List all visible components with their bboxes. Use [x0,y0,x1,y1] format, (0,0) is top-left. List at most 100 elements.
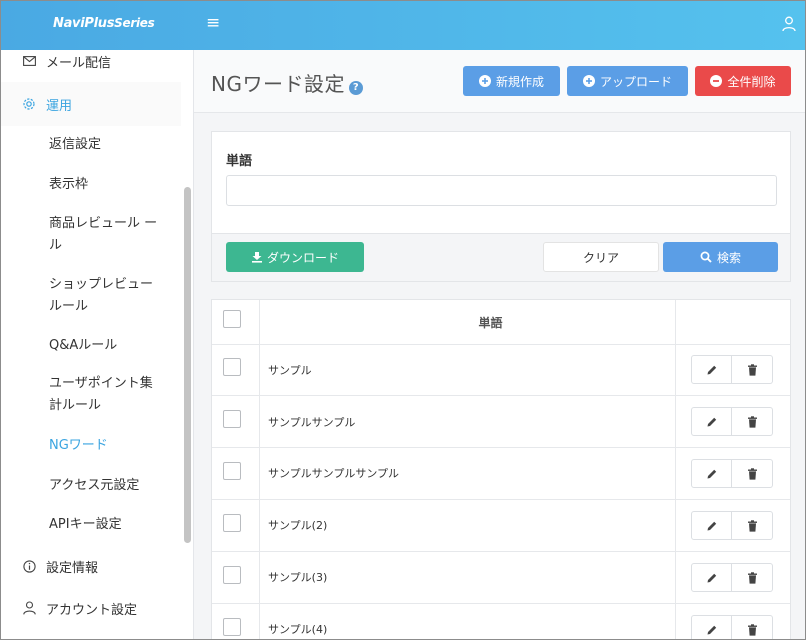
sidebar-item-label: メール配信 [46,55,112,71]
ng-word-table: 単語 サンプル サンプルサンプル サンプルサンプルサンプル サンプル(2) サン… [211,299,791,639]
sidebar: メール配信 運用 返信設定 表示枠 商品レビュール ール ショップレビュー ルー… [1,50,194,639]
pencil-icon [707,417,716,426]
row-checkbox[interactable] [223,410,241,428]
search-panel: 単語 ダウンロード クリア 検索 [211,131,791,282]
new-button[interactable]: 新規作成 [463,66,560,96]
page-title-text: NGワード設定 [211,72,345,96]
top-bar: NaviPlusSeries ≡ [1,1,805,50]
mail-icon [21,53,37,69]
gear-icon [21,96,37,112]
search-panel-footer: ダウンロード クリア 検索 [212,233,790,281]
download-button[interactable]: ダウンロード [226,242,364,272]
word-field-label: 単語 [226,154,253,169]
minus-circle-icon [710,75,723,87]
table-row: サンプル [212,345,790,396]
row-checkbox[interactable] [223,514,241,532]
plus-circle-icon [478,75,491,87]
table-row: サンプルサンプル [212,396,790,448]
pencil-icon [707,521,716,530]
word-search-input[interactable] [226,175,777,206]
row-checkbox[interactable] [223,358,241,376]
pencil-icon [707,365,716,374]
download-button-label: ダウンロード [266,250,339,265]
pencil-icon [707,625,716,634]
row-checkbox[interactable] [223,462,241,480]
row-checkbox[interactable] [223,566,241,584]
pencil-icon [707,573,716,582]
word-cell: サンプル(4) [268,623,328,636]
select-all-checkbox[interactable] [223,310,241,328]
menu-toggle-icon[interactable]: ≡ [206,13,220,33]
logo-sub: Series [114,16,155,30]
edit-button[interactable] [691,615,732,639]
edit-button[interactable] [691,459,732,488]
delete-button[interactable] [732,511,773,540]
table-header-row: 単語 [212,300,790,345]
page-header: NGワード設定? 新規作成 アップロード 全件削除 [194,50,805,113]
new-button-label: 新規作成 [495,74,544,89]
edit-button[interactable] [691,563,732,592]
word-cell: サンプル(2) [268,519,328,532]
trash-icon [747,363,757,376]
delete-button[interactable] [732,615,773,639]
word-cell: サンプル [268,364,312,377]
delete-button[interactable] [732,563,773,592]
plus-circle-icon [582,75,595,87]
page-title: NGワード設定? [211,68,363,97]
sidebar-item-label: アカウント設定 [46,602,138,618]
user-icon [21,600,37,616]
table-row: サンプル(4) [212,604,790,639]
upload-button[interactable]: アップロード [567,66,688,96]
delete-button[interactable] [732,459,773,488]
upload-button-label: アップロード [599,74,672,89]
clear-button[interactable]: クリア [543,242,659,272]
table-row: サンプル(3) [212,552,790,604]
sidebar-item-label: 設定情報 [46,560,99,576]
main-content: NGワード設定? 新規作成 アップロード 全件削除 単語 ダウンロード クリア … [194,50,805,639]
sidebar-subitem-access-source[interactable]: アクセス元設定 [49,475,164,497]
download-icon [251,251,263,263]
sidebar-subitem-reply[interactable]: 返信設定 [49,134,164,156]
delete-all-button[interactable]: 全件削除 [695,66,791,96]
sidebar-subitem-ng-word[interactable]: NGワード [49,435,164,457]
app-window: NaviPlusSeries ≡ メール配信 運用 返信設定 表示枠 商品レビュ… [0,0,806,640]
edit-button[interactable] [691,355,732,384]
column-header-word: 単語 [478,316,503,330]
sidebar-subitem-display-frame[interactable]: 表示枠 [49,174,164,196]
sidebar-subitem-user-point-rule[interactable]: ユーザポイント集 計ルール [49,373,164,417]
app-logo[interactable]: NaviPlusSeries [53,16,155,31]
sidebar-subitem-shop-review-rule[interactable]: ショップレビュー ルール [49,274,164,318]
clear-button-label: クリア [582,250,619,265]
trash-icon [747,571,757,584]
trash-icon [747,519,757,532]
edit-button[interactable] [691,511,732,540]
search-icon [700,251,712,263]
sidebar-subitem-qa-rule[interactable]: Q&Aルール [49,335,164,357]
sidebar-item-account[interactable]: アカウント設定 [1,597,181,619]
sidebar-scrollbar[interactable] [184,187,191,543]
trash-icon [747,623,757,636]
delete-all-button-label: 全件削除 [727,74,776,89]
word-cell: サンプル(3) [268,571,328,584]
table-row: サンプルサンプルサンプル [212,448,790,500]
search-button-label: 検索 [716,250,741,265]
trash-icon [747,467,757,480]
delete-button[interactable] [732,407,773,436]
account-icon[interactable] [782,16,796,32]
trash-icon [747,415,757,428]
search-button[interactable]: 検索 [663,242,778,272]
sidebar-item-operation[interactable]: 運用 [1,82,181,126]
sidebar-subitem-product-review-rule[interactable]: 商品レビュール ール [49,213,164,257]
sidebar-subitem-api-key[interactable]: APIキー設定 [49,514,164,536]
delete-button[interactable] [732,355,773,384]
edit-button[interactable] [691,407,732,436]
word-cell: サンプルサンプル [268,416,356,429]
sidebar-item-mail[interactable]: メール配信 [1,50,181,72]
logo-main: NaviPlus [53,16,115,31]
row-checkbox[interactable] [223,618,241,636]
info-icon [21,558,37,574]
sidebar-item-settings-info[interactable]: 設定情報 [1,555,181,577]
table-row: サンプル(2) [212,500,790,552]
word-cell: サンプルサンプルサンプル [268,467,400,480]
help-icon[interactable]: ? [348,81,363,95]
